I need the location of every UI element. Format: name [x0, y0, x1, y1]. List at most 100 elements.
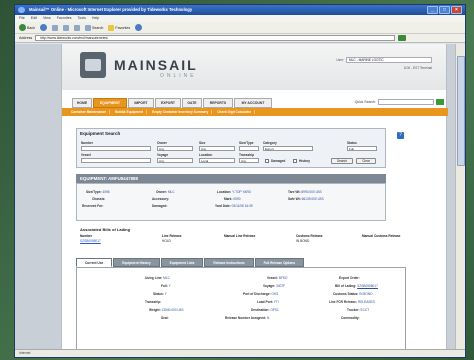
tab-import[interactable]: IMPORT	[128, 98, 154, 108]
label-size: Size	[199, 141, 206, 145]
forward-arrow-icon	[40, 24, 47, 31]
damaged-checkbox[interactable]	[265, 159, 269, 163]
kv-status: Status: Y	[153, 292, 167, 296]
subnav-container-maintenance[interactable]: Container Maintenance	[68, 110, 111, 114]
owner-select[interactable]: Any	[157, 146, 193, 151]
location-select[interactable]: Local	[199, 158, 235, 163]
menu-favorites[interactable]: Favorites	[57, 15, 72, 22]
user-select[interactable]: MLC - MARINE LOGTIC	[346, 57, 432, 63]
kv-mark: Mark: 0590	[224, 197, 241, 201]
tab-gate[interactable]: GATE	[182, 98, 202, 108]
refresh-button[interactable]	[63, 24, 69, 31]
address-label: Address	[19, 36, 33, 40]
clear-button[interactable]: Clear	[356, 158, 376, 164]
page-viewport: MAINSAIL ONLINE User: MLC - MARINE LOGTI…	[15, 44, 455, 357]
vertical-scrollbar[interactable]	[455, 44, 465, 349]
kv-bill-of-lading: Bill of Lading: SZSB0908017	[335, 284, 378, 288]
status-select[interactable]: Full	[347, 146, 377, 151]
tab-release-instructions[interactable]: Release Instructions	[204, 258, 254, 267]
window-title: Mainsail™ Online - Microsoft Internet Ex…	[29, 7, 193, 12]
label-category: Category	[263, 141, 277, 145]
voyage-select[interactable]: Any	[157, 158, 193, 163]
kv-weight: Weight: 13540.000 LBS	[149, 308, 184, 312]
help-icon[interactable]: ?	[397, 132, 404, 139]
current-use-panel: Using Line: MLC Full: Y Status: Y Transs…	[76, 267, 406, 357]
menu-file[interactable]: File	[19, 15, 25, 22]
menu-help[interactable]: Help	[92, 15, 99, 22]
kv-commodity: Commodity:	[341, 316, 360, 320]
menu-tools[interactable]: Tools	[78, 15, 86, 22]
kv-damaged: Damaged:	[152, 204, 168, 208]
size-type-select[interactable]	[239, 146, 259, 151]
number-input[interactable]	[81, 146, 151, 151]
site-header: MAINSAIL ONLINE User: MLC - MARINE LOGTI…	[62, 44, 446, 90]
equipment-search-title: Equipment Search	[80, 131, 121, 136]
home-icon	[74, 24, 80, 31]
tab-export[interactable]: EXPORT	[155, 98, 181, 108]
tab-equipment-history[interactable]: Equipment History	[113, 258, 160, 267]
tab-equipment-lists[interactable]: Equipment Lists	[160, 258, 204, 267]
kv-customs-status: Customs Status: IN BOND	[333, 292, 373, 296]
tab-full-release-options[interactable]: Full Release Options	[254, 258, 305, 267]
label-status: Status	[347, 141, 357, 145]
subnav-empty-container-inventory[interactable]: Empty Container Inventory Summary	[149, 110, 213, 114]
subnav-bulkbk-equipment[interactable]: Bulkbk Equipment	[112, 110, 148, 114]
stop-icon	[52, 24, 58, 31]
stop-button[interactable]	[52, 24, 58, 31]
bol-header-number: Number	[80, 234, 93, 238]
history-label: History	[299, 159, 310, 163]
menu-view[interactable]: View	[43, 15, 51, 22]
search-submit-button[interactable]: Search	[331, 158, 353, 164]
history-checkbox[interactable]	[293, 159, 297, 163]
kv-transship: Transship:	[145, 300, 162, 304]
bol-number-link[interactable]: SZSB0908017	[80, 239, 101, 243]
forward-button[interactable]	[40, 24, 47, 31]
tab-home[interactable]: HOME	[72, 98, 92, 108]
maximize-button[interactable]: □	[439, 6, 450, 14]
quick-search-input[interactable]	[378, 99, 434, 105]
equipment-details-panel	[76, 183, 386, 221]
transship-select[interactable]: Any	[239, 158, 259, 163]
bol-title: Associated Bills of Lading	[80, 227, 131, 232]
subnav-check-digit-calculator[interactable]: Check Digit Calculator	[214, 110, 256, 114]
go-button[interactable]	[398, 35, 407, 41]
quick-search-go-button[interactable]	[436, 99, 444, 105]
kv-chassis: Chassis:	[92, 197, 106, 201]
back-button[interactable]: Back	[19, 24, 35, 31]
kv-export-order: Export Order:	[339, 276, 360, 280]
tab-equipment[interactable]: EQUIPMENT	[93, 98, 127, 108]
label-location: Location	[199, 153, 213, 157]
label-owner: Owner	[157, 141, 167, 145]
refresh-icon	[63, 24, 69, 31]
close-button[interactable]: ×	[451, 6, 462, 14]
brand-subtitle: ONLINE	[160, 73, 197, 79]
tab-reports[interactable]: REPORTS	[203, 98, 233, 108]
size-select[interactable]: Any	[199, 146, 235, 151]
favorites-button[interactable]: Favorites	[108, 24, 130, 31]
title-bar: Mainsail™ Online - Microsoft Internet Ex…	[15, 5, 465, 15]
tab-current-use[interactable]: Current Use	[76, 258, 113, 267]
menu-edit[interactable]: Edit	[31, 15, 37, 22]
main-nav: HOME EQUIPMENT IMPORT EXPORT GATE REPORT…	[62, 98, 448, 108]
bol-header-manual-line: Manual Line Release	[224, 234, 256, 238]
user-label: User:	[336, 58, 344, 62]
label-voyage: Voyage	[157, 153, 169, 157]
search-button[interactable]: Search	[85, 24, 103, 31]
kv-using-line: Using Line: MLC	[145, 276, 170, 280]
media-button[interactable]	[135, 24, 143, 31]
address-input[interactable]: http://www.tideworks.com/mol/manualentri…	[35, 35, 396, 41]
mainsail-logo-icon	[80, 52, 106, 78]
kv-destination: Destination: OPS1	[251, 308, 279, 312]
minimize-button[interactable]: _	[427, 6, 438, 14]
scrollbar-thumb[interactable]	[457, 56, 465, 166]
browser-window: Mainsail™ Online - Microsoft Internet Ex…	[14, 4, 466, 358]
home-button[interactable]	[74, 24, 80, 31]
tab-my-account[interactable]: MY ACCOUNT	[234, 98, 272, 108]
vessel-select[interactable]	[81, 158, 151, 163]
kv-full: Full: Y	[161, 284, 171, 288]
category-select[interactable]: Export	[263, 146, 313, 151]
kv-accessory: Accessory:	[152, 197, 170, 201]
bol-header-line-release: Line Release	[162, 234, 182, 238]
status-text: Internet	[19, 351, 31, 355]
kv-seal: Seal:	[161, 316, 169, 320]
